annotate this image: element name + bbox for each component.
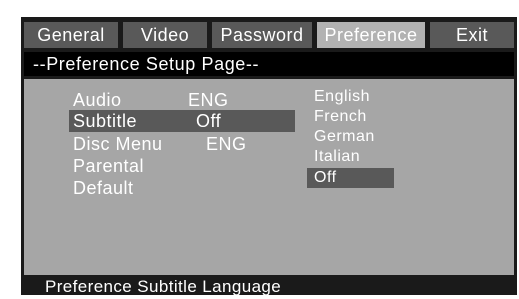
setting-row-subtitle[interactable]: Subtitle Off: [69, 110, 295, 132]
page-title: --Preference Setup Page--: [33, 54, 260, 74]
page-title-bar: --Preference Setup Page--: [24, 52, 514, 76]
setting-value: Off: [196, 111, 222, 131]
setting-row-parental[interactable]: Parental: [73, 155, 193, 177]
status-bar: Preference Subtitle Language: [24, 275, 514, 296]
setting-label: Disc Menu: [73, 134, 163, 154]
setting-row-audio[interactable]: Audio ENG: [73, 89, 253, 111]
tab-password[interactable]: Password: [212, 22, 312, 48]
setting-row-disc-menu[interactable]: Disc Menu ENG: [73, 133, 273, 155]
setting-label: Parental: [73, 156, 145, 176]
osd-menu-frame: General Video Password Preference Exit -…: [21, 17, 517, 296]
option-french[interactable]: French: [314, 107, 404, 127]
option-english[interactable]: English: [314, 87, 404, 107]
tab-general[interactable]: General: [24, 22, 118, 48]
status-text: Preference Subtitle Language: [45, 277, 282, 296]
option-italian[interactable]: Italian: [314, 147, 404, 167]
tab-video[interactable]: Video: [123, 22, 207, 48]
setting-label: Default: [73, 178, 134, 198]
option-off[interactable]: Off: [307, 168, 394, 188]
setting-row-default[interactable]: Default: [73, 177, 193, 199]
setting-label: Audio: [73, 90, 122, 110]
setting-value: ENG: [206, 134, 247, 154]
tab-preference[interactable]: Preference: [317, 22, 425, 48]
settings-panel: Audio ENG Subtitle Off Disc Menu ENG Par…: [24, 79, 514, 275]
setting-label: Subtitle: [73, 111, 138, 131]
setting-value: ENG: [188, 90, 229, 110]
tab-exit[interactable]: Exit: [430, 22, 514, 48]
tab-bar: General Video Password Preference Exit: [24, 20, 514, 48]
option-german[interactable]: German: [314, 127, 404, 147]
